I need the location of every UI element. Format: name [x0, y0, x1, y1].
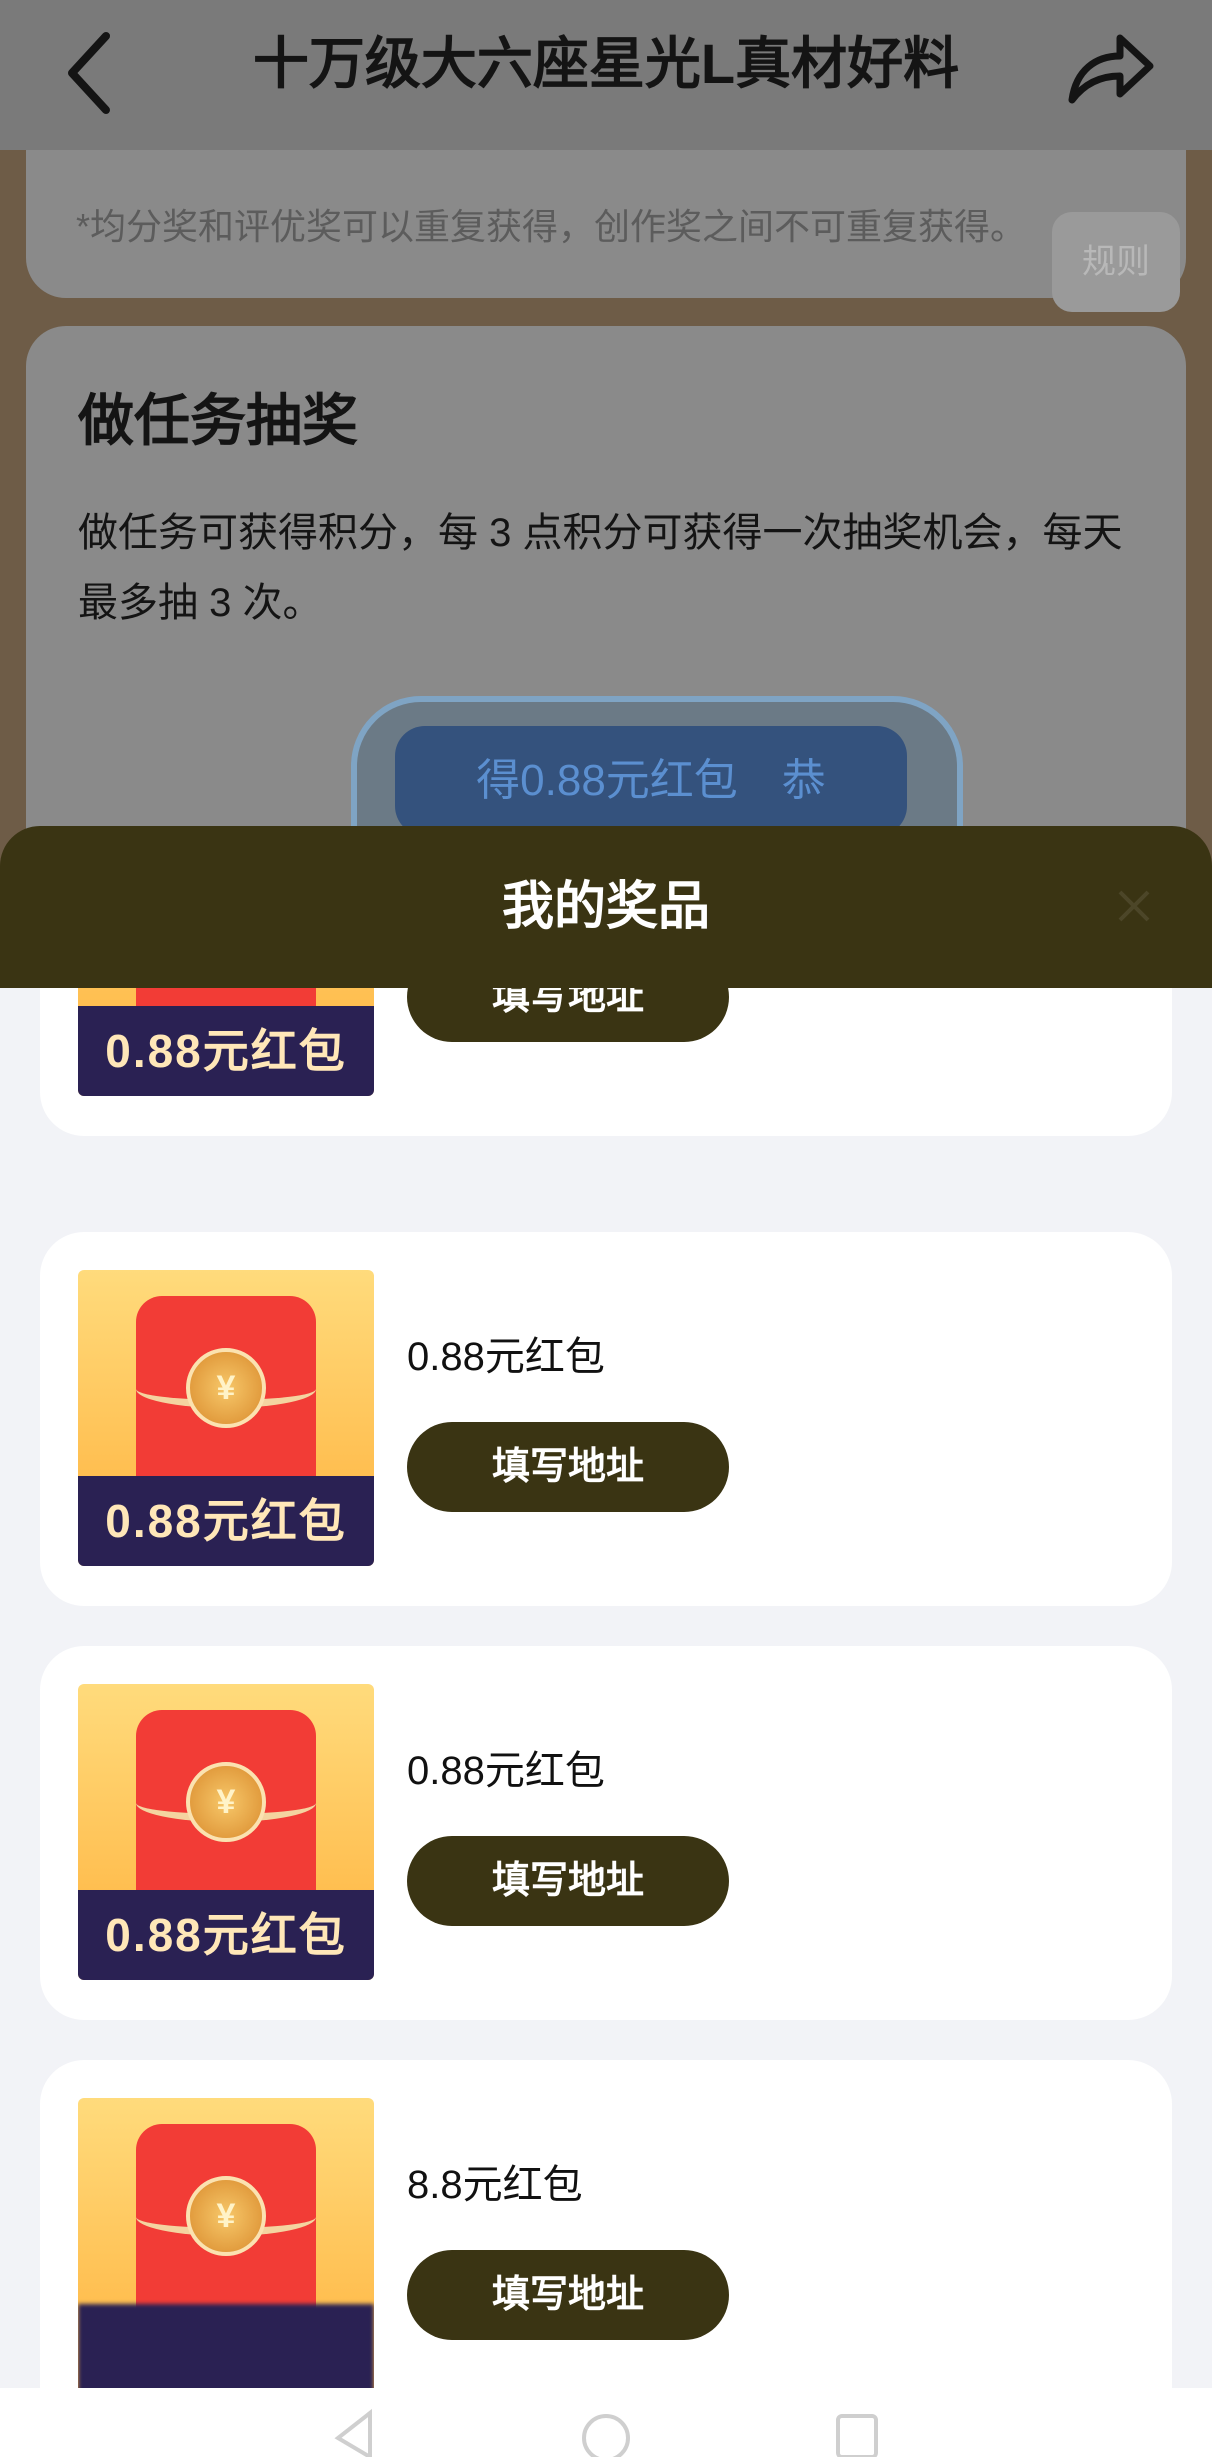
- prize-name: 0.88元红包: [407, 1749, 605, 1793]
- nav-back-icon[interactable]: [330, 2408, 380, 2457]
- fill-address-button[interactable]: 填写地址: [407, 1422, 729, 1512]
- rules-note: *均分奖和评优奖可以重复获得，创作奖之间不可重复获得。: [76, 206, 1027, 247]
- yuan-coin-icon: ¥: [186, 1762, 266, 1842]
- lottery-ticker: 得0.88元红包 恭: [395, 726, 907, 836]
- prize-modal-header: 我的奖品: [0, 826, 1212, 988]
- task-card-heading: 做任务抽奖: [78, 389, 358, 452]
- yuan-coin-icon: ¥: [186, 2176, 266, 2256]
- thumb-label: [78, 2304, 374, 2388]
- red-envelope-image: ¥: [78, 2098, 374, 2388]
- thumb-label: 0.88元红包: [78, 1476, 374, 1566]
- close-icon[interactable]: [1108, 880, 1160, 932]
- thumb-label: 0.88元红包: [78, 1890, 374, 1980]
- prize-item: ¥ 0.88元红包 0.88元红包 填写地址: [40, 1646, 1172, 2020]
- fill-address-button[interactable]: 填写地址: [407, 988, 729, 1042]
- thumb-label: 0.88元红包: [78, 1006, 374, 1096]
- prize-list[interactable]: ¥ 0.88元红包 填写地址 ¥ 0.88元红包 0.88元红包 填写地址 ¥ …: [0, 988, 1212, 2388]
- prize-name: 8.8元红包: [407, 2163, 583, 2207]
- rules-button[interactable]: 规则: [1052, 212, 1180, 312]
- page-title: 十万级大六座星光L真材好料: [252, 32, 960, 95]
- prize-item: ¥ 0.88元红包 0.88元红包 填写地址: [40, 1232, 1172, 1606]
- share-arrow-icon[interactable]: [1062, 22, 1158, 112]
- nav-recents-icon[interactable]: [832, 2408, 882, 2457]
- fill-address-button[interactable]: 填写地址: [407, 1836, 729, 1926]
- system-nav-bar: [0, 2388, 1212, 2457]
- red-envelope-image: ¥ 0.88元红包: [78, 1270, 374, 1566]
- chevron-left-icon[interactable]: [62, 28, 122, 118]
- task-card-description: 做任务可获得积分，每 3 点积分可获得一次抽奖机会，每天最多抽 3 次。: [78, 511, 1123, 625]
- red-envelope-image: ¥ 0.88元红包: [78, 1684, 374, 1980]
- prize-name: 0.88元红包: [407, 1335, 605, 1379]
- prize-item: ¥ 0.88元红包 填写地址: [40, 988, 1172, 1136]
- fill-address-button[interactable]: 填写地址: [407, 2250, 729, 2340]
- yuan-coin-icon: ¥: [186, 1348, 266, 1428]
- modal-title: 我的奖品: [501, 878, 710, 936]
- top-bar: 十万级大六座星光L真材好料: [0, 0, 1212, 150]
- nav-home-icon[interactable]: [580, 2408, 632, 2457]
- prize-item: ¥ 8.8元红包 填写地址: [40, 2060, 1172, 2388]
- red-envelope-image: ¥ 0.88元红包: [78, 988, 374, 1096]
